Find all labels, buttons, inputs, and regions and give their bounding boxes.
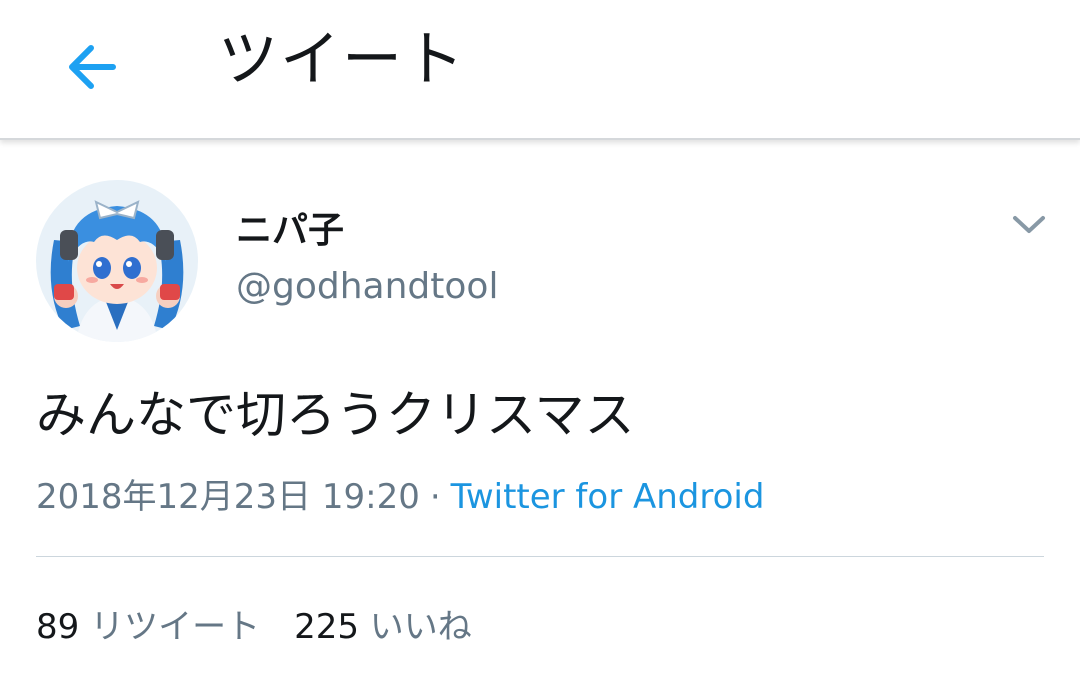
- page-title: ツイート: [218, 25, 466, 95]
- like-count: 225: [294, 607, 359, 647]
- author-display-name[interactable]: ニパ子: [236, 208, 344, 254]
- like-stat[interactable]: 225 いいね: [294, 607, 472, 647]
- tweet-text: みんなで切ろうクリスマス: [36, 386, 635, 444]
- top-bar: ツイート: [0, 0, 1080, 140]
- arrow-left-icon: [69, 45, 116, 89]
- author-handle[interactable]: @godhandtool: [236, 264, 498, 310]
- avatar[interactable]: [36, 180, 198, 342]
- like-label: いいね: [369, 607, 472, 647]
- retweet-label: リツイート: [90, 607, 261, 647]
- back-button[interactable]: [52, 28, 130, 106]
- avatar-image: [36, 180, 198, 342]
- tweet-source-link[interactable]: Twitter for Android: [451, 477, 765, 517]
- chevron-down-icon: [1013, 216, 1045, 233]
- tweet-meta: 2018年12月23日 19:20 · Twitter for Android: [36, 474, 764, 520]
- retweet-stat[interactable]: 89 リツイート: [36, 607, 260, 647]
- tweet-timestamp: 2018年12月23日 19:20: [36, 477, 420, 517]
- tweet-stats: 89 リツイート 225 いいね: [36, 604, 472, 650]
- retweet-count: 89: [36, 607, 80, 647]
- more-options-button[interactable]: [1006, 202, 1052, 248]
- meta-separator: ·: [429, 477, 441, 517]
- divider: [36, 556, 1044, 557]
